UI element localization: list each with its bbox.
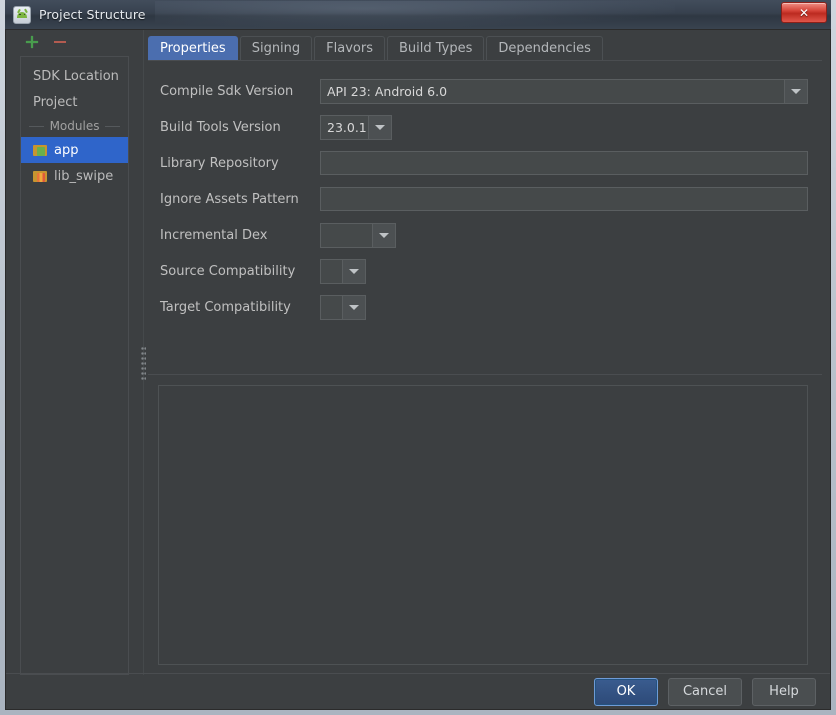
field-library-repository: Library Repository bbox=[160, 145, 808, 181]
incremental-dex-value bbox=[321, 224, 372, 247]
build-tools-version-value: 23.0.1 bbox=[327, 119, 367, 135]
close-icon: ✕ bbox=[798, 5, 810, 20]
group-divider-right bbox=[105, 125, 121, 127]
tab-label: Signing bbox=[251, 41, 301, 56]
sidebar-toolbar bbox=[6, 30, 139, 54]
tab-label: Dependencies bbox=[498, 41, 591, 56]
sidebar-item-label: lib_swipe bbox=[54, 168, 114, 184]
sidebar: SDK Location Project Modules app lib_swi… bbox=[6, 30, 139, 675]
project-structure-window: Project Structure ✕ SDK Location Project bbox=[0, 0, 836, 715]
sidebar-item-app[interactable]: app bbox=[21, 137, 128, 163]
cancel-button[interactable]: Cancel bbox=[667, 677, 742, 706]
modules-group-header: Modules bbox=[21, 115, 128, 137]
field-build-tools-version: Build Tools Version 23.0.1 bbox=[160, 109, 808, 145]
compile-sdk-version-label: Compile Sdk Version bbox=[160, 83, 294, 99]
cancel-button-label: Cancel bbox=[682, 684, 727, 699]
android-studio-icon bbox=[13, 5, 31, 24]
add-module-button[interactable] bbox=[24, 34, 40, 50]
tab-label: Properties bbox=[160, 41, 226, 56]
panel-divider bbox=[148, 374, 822, 375]
sidebar-splitter[interactable] bbox=[139, 30, 148, 675]
window-title: Project Structure bbox=[39, 7, 146, 22]
tab-label: Build Types bbox=[399, 41, 473, 56]
close-button[interactable]: ✕ bbox=[781, 2, 827, 23]
properties-panel: Compile Sdk Version API 23: Android 6.0 … bbox=[148, 60, 822, 675]
field-compile-sdk-version: Compile Sdk Version API 23: Android 6.0 bbox=[160, 73, 808, 109]
source-compatibility-label: Source Compatibility bbox=[160, 263, 296, 279]
properties-form: Compile Sdk Version API 23: Android 6.0 … bbox=[148, 61, 822, 325]
source-compatibility-combo[interactable] bbox=[320, 258, 366, 284]
dialog-body: SDK Location Project Modules app lib_swi… bbox=[5, 29, 831, 710]
group-divider-left bbox=[29, 125, 44, 127]
target-compatibility-value bbox=[321, 296, 342, 319]
tab-build-types[interactable]: Build Types bbox=[387, 36, 485, 60]
chevron-down-icon[interactable] bbox=[784, 79, 807, 103]
build-tools-version-combo[interactable]: 23.0.1 bbox=[320, 114, 392, 140]
chevron-down-icon[interactable] bbox=[372, 223, 395, 247]
dialog-footer: OK Cancel Help bbox=[6, 673, 830, 709]
ok-button[interactable]: OK bbox=[593, 677, 658, 706]
title-bar: Project Structure ✕ bbox=[5, 0, 831, 29]
tab-dependencies[interactable]: Dependencies bbox=[486, 36, 603, 60]
ok-button-label: OK bbox=[616, 684, 636, 699]
remove-module-button[interactable] bbox=[52, 34, 68, 50]
library-repository-input[interactable] bbox=[320, 151, 808, 175]
incremental-dex-label: Incremental Dex bbox=[160, 227, 268, 243]
chevron-down-icon[interactable] bbox=[342, 259, 365, 283]
compile-sdk-version-value: API 23: Android 6.0 bbox=[327, 83, 448, 99]
compile-sdk-version-combo[interactable]: API 23: Android 6.0 bbox=[320, 78, 808, 104]
field-source-compatibility: Source Compatibility bbox=[160, 253, 808, 289]
tab-signing[interactable]: Signing bbox=[239, 36, 313, 60]
ignore-assets-pattern-input[interactable] bbox=[320, 187, 808, 211]
library-module-icon bbox=[33, 170, 48, 183]
tab-label: Flavors bbox=[326, 41, 373, 56]
modules-group-label: Modules bbox=[49, 119, 100, 133]
target-compatibility-combo[interactable] bbox=[320, 294, 366, 320]
sidebar-item-project[interactable]: Project bbox=[21, 89, 128, 115]
build-tools-version-label: Build Tools Version bbox=[160, 119, 281, 135]
android-module-icon bbox=[33, 144, 48, 157]
field-incremental-dex: Incremental Dex bbox=[160, 217, 808, 253]
sidebar-item-label: SDK Location bbox=[33, 68, 119, 84]
sidebar-item-label: app bbox=[54, 142, 79, 158]
sidebar-item-sdk-location[interactable]: SDK Location bbox=[21, 63, 128, 89]
properties-detail-area bbox=[158, 385, 808, 665]
field-target-compatibility: Target Compatibility bbox=[160, 289, 808, 325]
help-button[interactable]: Help bbox=[752, 677, 816, 706]
tab-properties[interactable]: Properties bbox=[148, 36, 238, 60]
splitter-grip-handle[interactable] bbox=[141, 346, 146, 380]
incremental-dex-combo[interactable] bbox=[320, 222, 396, 248]
help-button-label: Help bbox=[769, 684, 799, 699]
sidebar-item-label: Project bbox=[33, 94, 78, 110]
tab-bar: Properties Signing Flavors Build Types D… bbox=[148, 30, 822, 60]
library-repository-label: Library Repository bbox=[160, 155, 279, 171]
tab-flavors[interactable]: Flavors bbox=[314, 36, 385, 60]
chevron-down-icon[interactable] bbox=[342, 295, 365, 319]
main-content: Properties Signing Flavors Build Types D… bbox=[148, 30, 822, 675]
target-compatibility-label: Target Compatibility bbox=[160, 299, 291, 315]
field-ignore-assets-pattern: Ignore Assets Pattern bbox=[160, 181, 808, 217]
ignore-assets-pattern-label: Ignore Assets Pattern bbox=[160, 191, 299, 207]
chevron-down-icon[interactable] bbox=[368, 115, 391, 139]
module-list: SDK Location Project Modules app lib_swi… bbox=[20, 56, 129, 675]
source-compatibility-value bbox=[321, 260, 342, 283]
sidebar-item-lib-swipe[interactable]: lib_swipe bbox=[21, 163, 128, 189]
title-bar-highlight bbox=[155, 1, 675, 27]
